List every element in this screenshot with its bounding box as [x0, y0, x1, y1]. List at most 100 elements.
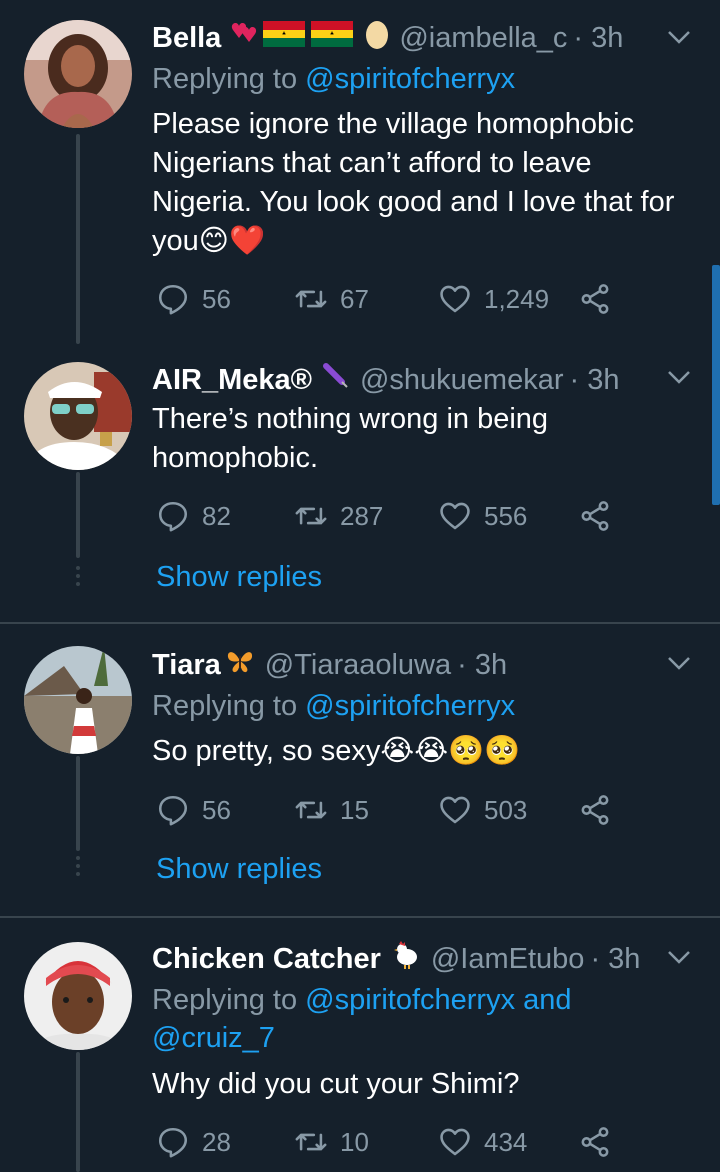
reply-count: 82	[202, 500, 231, 531]
avatar-man-glasses-icon	[24, 362, 132, 470]
handle[interactable]: @iambella_c	[399, 22, 567, 55]
tweet-bella[interactable]: Bella @iambella_c · 3h Replying to @spir…	[0, 0, 720, 344]
timestamp: · 3h	[573, 21, 624, 54]
tweet-header: Chicken Catcher @IamEtubo · 3h	[152, 939, 680, 979]
replying-label: Replying to	[152, 690, 306, 722]
retweet-button[interactable]: 10	[294, 1122, 369, 1162]
avatar[interactable]	[24, 362, 132, 470]
action-bar: 56 15 503	[152, 790, 622, 830]
heart-icon	[440, 1128, 470, 1156]
chevron-down-icon[interactable]	[664, 362, 694, 392]
like-button[interactable]: 556	[438, 496, 527, 536]
avatar[interactable]	[24, 20, 132, 128]
display-name[interactable]: Tiara	[152, 649, 221, 682]
avatar-man-red-cap-icon	[24, 942, 132, 1050]
retweet-icon	[295, 1133, 327, 1151]
retweet-count: 67	[340, 283, 369, 314]
tweet-header: Bella @iambella_c · 3h	[152, 18, 680, 58]
retweet-icon	[295, 290, 327, 308]
heart-icon	[440, 285, 470, 313]
ghana-flag-icon	[311, 21, 354, 55]
share-button[interactable]	[578, 496, 624, 536]
share-icon	[581, 501, 609, 531]
handle[interactable]: @shukuemekar	[360, 364, 564, 397]
like-button[interactable]: 434	[438, 1122, 527, 1162]
tweet-chicken-catcher[interactable]: Chicken Catcher @IamEtubo · 3h Replying …	[0, 918, 720, 1172]
show-replies-link[interactable]: Show replies	[156, 853, 322, 886]
display-name[interactable]: Chicken Catcher	[152, 943, 381, 976]
reply-button[interactable]: 56	[156, 790, 231, 830]
retweet-button[interactable]: 15	[294, 790, 369, 830]
mention-link[interactable]: @spiritofcherryx	[305, 984, 515, 1016]
reply-button[interactable]: 56	[156, 279, 231, 319]
umbrella-emoji-icon	[322, 362, 350, 398]
scrollbar[interactable]	[712, 265, 720, 505]
like-count: 434	[484, 1126, 528, 1157]
handle[interactable]: @Tiaraaoluwa	[265, 649, 451, 682]
handle[interactable]: @IamEtubo	[431, 943, 585, 976]
retweet-icon	[295, 507, 327, 525]
like-button[interactable]: 503	[438, 790, 527, 830]
mention-link-2[interactable]: @cruiz_7	[152, 1022, 275, 1054]
share-icon	[581, 284, 609, 314]
avatar[interactable]	[24, 646, 132, 754]
rooster-emoji-icon	[393, 941, 421, 977]
avatar-woman-pink-icon	[24, 20, 132, 128]
thread-dots	[76, 566, 80, 590]
like-count: 1,249	[484, 283, 550, 314]
retweet-count: 10	[340, 1126, 369, 1157]
retweet-button[interactable]: 67	[294, 279, 369, 319]
tweet-text: Why did you cut your Shimi?	[152, 1068, 520, 1100]
mention-link[interactable]: @spiritofcherryx	[305, 63, 515, 95]
egg-emoji-icon	[365, 19, 389, 57]
replying-label: Replying to	[152, 63, 306, 95]
chevron-down-icon[interactable]	[664, 22, 694, 52]
reply-count: 28	[202, 1126, 231, 1157]
hearts-emoji-icon	[227, 20, 257, 56]
display-name[interactable]: AIR_Meka®	[152, 364, 312, 397]
butterfly-emoji-icon	[225, 648, 255, 682]
retweet-count: 287	[340, 500, 384, 531]
replying-to: Replying to @spiritofcherryx and @cruiz_…	[152, 981, 700, 1057]
thread-line	[76, 756, 80, 851]
thread-dots	[76, 856, 80, 880]
replying-to: Replying to @spiritofcherryx	[152, 60, 700, 98]
show-replies-link[interactable]: Show replies	[156, 561, 322, 594]
action-bar: 28 10 434	[152, 1122, 622, 1162]
tweet-text: Please ignore the village homophobic Nig…	[152, 108, 675, 257]
like-count: 556	[484, 500, 528, 531]
action-bar: 56 67 1,249	[152, 279, 622, 319]
replying-and: and	[515, 984, 572, 1016]
reply-button[interactable]: 28	[156, 1122, 231, 1162]
share-button[interactable]	[578, 279, 624, 319]
tweet-header: AIR_Meka® @shukuemekar · 3h	[152, 360, 680, 400]
display-name[interactable]: Bella	[152, 22, 221, 55]
retweet-button[interactable]: 287	[294, 496, 383, 536]
thread-line	[76, 134, 80, 344]
avatar[interactable]	[24, 942, 132, 1050]
mention-link[interactable]: @spiritofcherryx	[305, 690, 515, 722]
share-button[interactable]	[578, 1122, 624, 1162]
chevron-down-icon[interactable]	[664, 648, 694, 678]
timestamp: · 3h	[590, 942, 641, 975]
reply-count: 56	[202, 794, 231, 825]
tweet-tiara[interactable]: Tiara @Tiaraaoluwa · 3h Replying to @spi…	[0, 624, 720, 914]
avatar-beach-icon	[24, 646, 132, 754]
heart-icon	[440, 502, 470, 530]
chevron-down-icon[interactable]	[664, 942, 694, 972]
reply-count: 56	[202, 283, 231, 314]
replying-to: Replying to @spiritofcherryx	[152, 687, 700, 725]
reply-button[interactable]: 82	[156, 496, 231, 536]
replying-label: Replying to	[152, 984, 306, 1016]
timestamp: · 3h	[569, 363, 620, 396]
thread-line	[76, 1052, 80, 1172]
reply-icon	[158, 501, 188, 532]
reply-icon	[158, 1127, 188, 1158]
like-button[interactable]: 1,249	[438, 279, 549, 319]
like-count: 503	[484, 794, 528, 825]
tweet-air-meka[interactable]: AIR_Meka® @shukuemekar · 3h There’s noth…	[0, 340, 720, 620]
share-button[interactable]	[578, 790, 624, 830]
reply-icon	[158, 795, 188, 826]
thread-line	[76, 472, 80, 558]
retweet-icon	[295, 801, 327, 819]
